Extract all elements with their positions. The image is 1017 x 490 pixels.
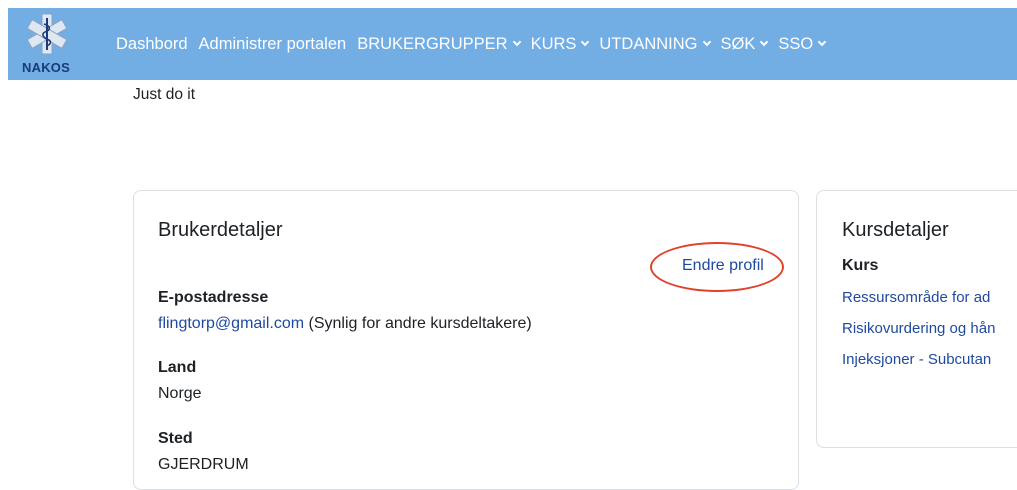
nav-item-label: KURS — [530, 34, 577, 53]
nav-dashbord[interactable]: Dashbord — [116, 35, 188, 54]
edit-profile-link[interactable]: Endre profil — [682, 257, 764, 275]
nav-item-label: Administrer portalen — [198, 34, 347, 53]
nav-item-label: SØK — [720, 34, 756, 53]
nav-sok[interactable]: SØK — [720, 34, 769, 54]
city-value: GJERDRUM — [158, 456, 249, 473]
nav-kurs[interactable]: KURS — [530, 34, 590, 54]
user-details-title: Brukerdetaljer — [158, 219, 283, 241]
course-details-title: Kursdetaljer — [842, 219, 949, 241]
chevron-down-icon — [760, 37, 769, 47]
email-value: flingtorp@gmail.com (Synlig for andre ku… — [158, 315, 532, 333]
logo-text: NAKOS — [22, 60, 70, 75]
course-link[interactable]: Ressursområde for ad — [842, 289, 990, 306]
courses-heading: Kurs — [842, 257, 879, 274]
chevron-down-icon — [817, 37, 827, 47]
nav-item-label: SSO — [778, 34, 814, 53]
chevron-down-icon — [512, 37, 521, 47]
star-of-life-icon — [27, 13, 67, 55]
email-visibility-note: (Synlig for andre kursdeltakere) — [304, 315, 532, 332]
city-label: Sted — [158, 430, 193, 447]
course-details-card: Kursdetaljer Kurs Ressursområde for ad R… — [816, 190, 1017, 448]
country-value: Norge — [158, 385, 202, 402]
nav-item-label: BRUKERGRUPPER — [357, 34, 508, 53]
nav-utdanning[interactable]: UTDANNING — [599, 34, 711, 54]
nakos-logo[interactable]: NAKOS — [20, 12, 76, 76]
main-nav: Dashbord Administrer portalen BRUKERGRUP… — [116, 8, 827, 80]
course-link[interactable]: Injeksjoner - Subcutan — [842, 351, 991, 368]
nav-sso[interactable]: SSO — [778, 34, 827, 54]
nav-item-label: UTDANNING — [599, 34, 698, 53]
top-navbar: NAKOS Dashbord Administrer portalen BRUK… — [8, 8, 1017, 80]
nav-administrer-portalen[interactable]: Administrer portalen — [199, 35, 347, 54]
email-label: E-postadresse — [158, 289, 269, 306]
country-label: Land — [158, 359, 197, 376]
nav-brukergrupper[interactable]: BRUKERGRUPPER — [357, 34, 521, 54]
nav-item-label: Dashbord — [116, 34, 188, 53]
course-link[interactable]: Risikovurdering og hån — [842, 320, 995, 337]
chevron-down-icon — [702, 37, 711, 47]
page-tagline: Just do it — [133, 86, 196, 103]
email-link[interactable]: flingtorp@gmail.com — [158, 315, 304, 332]
chevron-down-icon — [581, 37, 590, 47]
user-details-card: Brukerdetaljer Endre profil E-postadress… — [133, 190, 799, 490]
